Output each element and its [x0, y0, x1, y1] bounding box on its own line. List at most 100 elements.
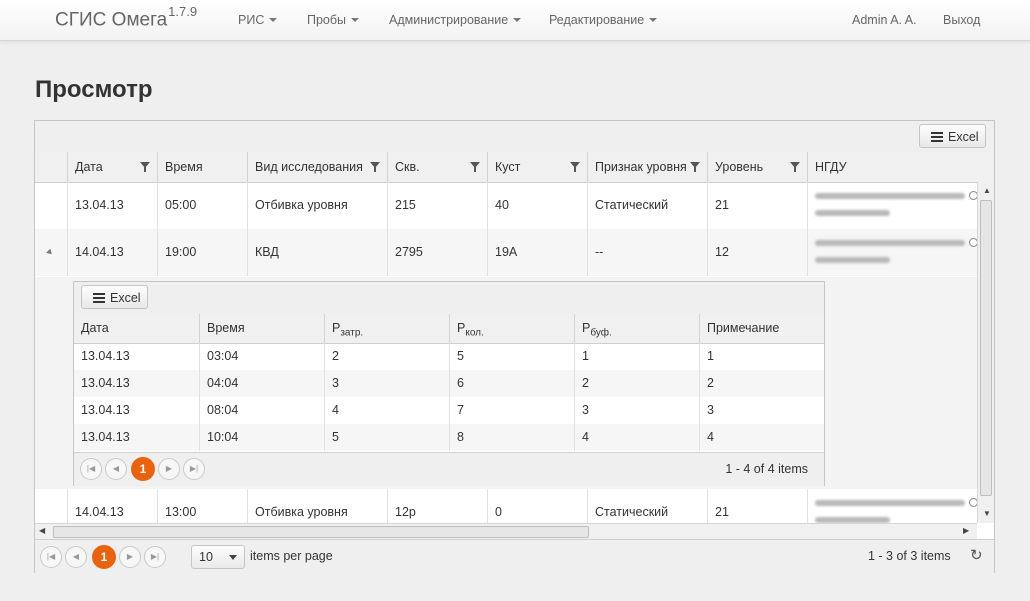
header-pad[interactable]: Куст	[487, 152, 587, 182]
excel-button-label: Excel	[110, 291, 141, 305]
detail-row-item[interactable]: 13.04.13 10:04 5 8 4 4	[74, 424, 824, 451]
detail-header-note[interactable]: Примечание	[699, 314, 824, 343]
caret-down-icon	[351, 18, 360, 22]
nav-menu-edit[interactable]: Редактирование	[549, 13, 658, 27]
header-level-sign[interactable]: Признак уровня	[587, 152, 707, 182]
redacted-text	[815, 240, 965, 246]
detail-header-p-casing[interactable]: Pкол.	[449, 314, 574, 343]
detail-header-p-annular[interactable]: Pзатр.	[324, 314, 449, 343]
cell-p-casing: 5	[449, 343, 574, 370]
caret-down-icon	[649, 18, 658, 22]
horizontal-scroll-thumb[interactable]	[53, 526, 589, 538]
current-page-button[interactable]: 1	[131, 457, 155, 481]
page-size-select[interactable]: 10	[191, 545, 245, 569]
collapse-arrow-icon[interactable]	[46, 248, 54, 257]
nav-menu-samples[interactable]: Пробы	[307, 13, 360, 27]
cell-time: 10:04	[199, 424, 324, 451]
scroll-down-icon[interactable]: ▼	[983, 509, 991, 518]
header-label: Вид исследования	[255, 160, 363, 174]
cell-time: 05:00	[157, 182, 247, 229]
main-grid: Excel Дата Время Вид исследования Скв. К…	[34, 120, 995, 573]
header-time[interactable]: Время	[157, 152, 247, 182]
cell-pad: 19А	[487, 229, 587, 276]
detail-header-date[interactable]: Дата	[74, 314, 199, 343]
scroll-left-icon[interactable]: ◀	[39, 526, 45, 535]
next-page-icon[interactable]: ▶	[119, 546, 141, 568]
cell-p-casing: 8	[449, 424, 574, 451]
current-page-button[interactable]: 1	[92, 545, 116, 569]
user-menu[interactable]: Admin A. A.	[852, 13, 917, 27]
detail-row-item[interactable]: 13.04.13 03:04 2 5 1 1	[74, 343, 824, 370]
filter-icon[interactable]	[470, 162, 480, 172]
excel-button-label: Excel	[948, 130, 979, 144]
detail-row-item[interactable]: 13.04.13 04:04 3 6 2 2	[74, 370, 824, 397]
app-name: СГИС Омега	[55, 9, 168, 31]
nav-menu-ris[interactable]: РИС	[238, 13, 278, 27]
scroll-right-icon[interactable]: ▶	[963, 526, 969, 535]
grid-toolbar: Excel	[35, 121, 994, 153]
last-page-icon[interactable]: ▶|	[144, 546, 166, 568]
filter-icon[interactable]	[790, 162, 800, 172]
chevron-down-icon	[229, 555, 237, 560]
first-page-icon[interactable]: |◀	[80, 458, 102, 480]
header-well[interactable]: Скв.	[387, 152, 487, 182]
logout-link[interactable]: Выход	[943, 13, 980, 27]
table-row-expanded[interactable]: 14.04.13 19:00 КВД 2795 19А -- 12	[35, 229, 977, 276]
detail-toolbar: Excel	[74, 282, 824, 315]
vertical-scrollbar[interactable]: ▲ ▼	[977, 182, 994, 523]
header-study-type[interactable]: Вид исследования	[247, 152, 387, 182]
detail-header: Дата Время Pзатр. Pкол. Pбуф. Примечание	[74, 314, 824, 344]
caret-down-icon	[513, 18, 522, 22]
last-page-icon[interactable]: ▶|	[183, 458, 205, 480]
next-page-icon[interactable]: ▶	[158, 458, 180, 480]
nav-menu-label: Редактирование	[549, 13, 645, 27]
cell-note: 3	[699, 397, 824, 424]
refresh-icon[interactable]: ↻	[970, 546, 983, 564]
redacted-mark	[969, 498, 977, 507]
cell-pad: 40	[487, 182, 587, 229]
detail-excel-export-button[interactable]: Excel	[81, 285, 148, 309]
first-page-icon[interactable]: |◀	[40, 546, 62, 568]
expand-cell[interactable]	[35, 229, 67, 276]
app-brand[interactable]: СГИС Омега1.7.9	[55, 4, 197, 31]
filter-icon[interactable]	[140, 162, 150, 172]
nav-menu-label: Администрирование	[389, 13, 509, 27]
detail-header-p-buffer[interactable]: Pбуф.	[574, 314, 699, 343]
cell-well: 2795	[387, 229, 487, 276]
header-label: Скв.	[395, 160, 420, 174]
table-row[interactable]: 14.04.13 13:00 Отбивка уровня 12р 0 Стат…	[35, 489, 977, 523]
cell-pad: 0	[487, 489, 587, 523]
scroll-up-icon[interactable]: ▲	[983, 186, 991, 195]
nav-menu-admin[interactable]: Администрирование	[389, 13, 522, 27]
page-size-value: 10	[199, 550, 213, 564]
prev-page-icon[interactable]: ◀	[105, 458, 127, 480]
header-label: Признак уровня	[595, 160, 687, 174]
filter-icon[interactable]	[690, 162, 700, 172]
horizontal-scrollbar[interactable]: ◀ ▶	[35, 523, 977, 539]
header-date[interactable]: Дата	[67, 152, 157, 182]
caret-down-icon	[269, 18, 278, 22]
excel-export-button[interactable]: Excel	[919, 124, 986, 148]
header-ngdu[interactable]: НГДУ	[807, 152, 977, 182]
cell-time: 03:04	[199, 343, 324, 370]
cell-level-sign: Статический	[587, 489, 707, 523]
filter-icon[interactable]	[370, 162, 380, 172]
table-row[interactable]: 13.04.13 05:00 Отбивка уровня 215 40 Ста…	[35, 182, 977, 229]
cell-date: 14.04.13	[67, 489, 157, 523]
cell-note: 4	[699, 424, 824, 451]
header-level[interactable]: Уровень	[707, 152, 807, 182]
cell-date: 13.04.13	[81, 349, 130, 363]
excel-icon	[931, 132, 943, 142]
expand-cell	[35, 489, 67, 523]
cell-date: 13.04.13	[81, 376, 130, 390]
header-label: НГДУ	[815, 160, 847, 174]
cell-p-buffer: 1	[574, 343, 699, 370]
cell-p-annular: 3	[324, 370, 449, 397]
detail-header-time[interactable]: Время	[199, 314, 324, 343]
detail-row-item[interactable]: 13.04.13 08:04 4 7 3 3	[74, 397, 824, 424]
filter-icon[interactable]	[570, 162, 580, 172]
vertical-scroll-thumb[interactable]	[980, 200, 992, 496]
cell-p-buffer: 4	[574, 424, 699, 451]
prev-page-icon[interactable]: ◀	[65, 546, 87, 568]
cell-time: 19:00	[157, 229, 247, 276]
